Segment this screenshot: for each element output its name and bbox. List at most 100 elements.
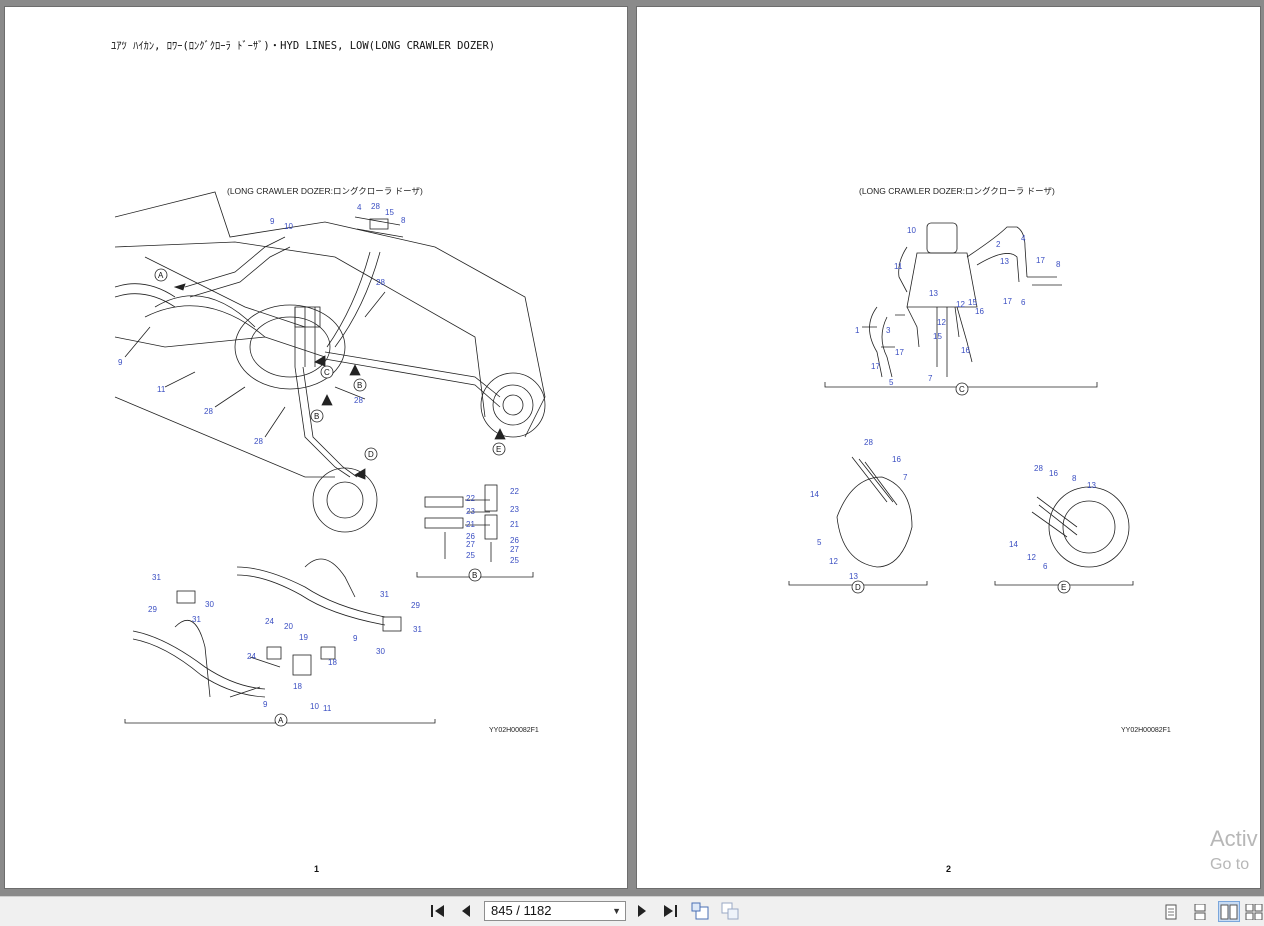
svg-text:10: 10 [907, 226, 916, 235]
svg-text:13: 13 [849, 572, 858, 581]
svg-text:17: 17 [895, 348, 904, 357]
svg-text:27: 27 [466, 540, 475, 549]
svg-text:15: 15 [968, 298, 977, 307]
svg-text:15: 15 [385, 208, 394, 217]
previous-page-icon[interactable] [456, 901, 476, 921]
svg-text:9: 9 [118, 358, 123, 367]
svg-text:D: D [855, 583, 861, 592]
pdf-page-1: ﾕｱﾂ ﾊｲｶﾝ, ﾛﾜｰ(ﾛﾝｸﾞｸﾛｰﾗ ﾄﾞｰｻﾞ)・HYD LINES,… [4, 6, 628, 889]
svg-text:19: 19 [299, 633, 308, 642]
svg-text:25: 25 [466, 551, 475, 560]
svg-text:9: 9 [270, 217, 275, 226]
svg-text:31: 31 [192, 615, 201, 624]
svg-text:28: 28 [354, 396, 363, 405]
svg-text:12: 12 [956, 300, 965, 309]
svg-text:16: 16 [1049, 469, 1058, 478]
svg-text:12: 12 [829, 557, 838, 566]
svg-text:4: 4 [1021, 234, 1026, 243]
page-number-value: 845 / 1182 [491, 903, 552, 918]
viewer-toolbar: 845 / 1182 ▼ [0, 896, 1264, 926]
svg-text:28: 28 [254, 437, 263, 446]
svg-text:11: 11 [323, 704, 332, 713]
svg-text:31: 31 [152, 573, 161, 582]
svg-text:7: 7 [928, 374, 933, 383]
svg-text:23: 23 [466, 507, 475, 516]
svg-text:28: 28 [376, 278, 385, 287]
svg-text:16: 16 [961, 346, 970, 355]
svg-text:18: 18 [328, 658, 337, 667]
svg-text:25: 25 [510, 556, 519, 565]
last-page-icon[interactable] [660, 901, 680, 921]
svg-text:17: 17 [871, 362, 880, 371]
svg-text:23: 23 [510, 505, 519, 514]
svg-text:4: 4 [357, 203, 362, 212]
svg-text:16: 16 [892, 455, 901, 464]
detail-views-diagram: 10 4 2 13 17 8 11 6 13 12 15 16 17 1 3 1… [788, 222, 1134, 594]
svg-text:8: 8 [401, 216, 406, 225]
svg-text:11: 11 [894, 262, 903, 271]
svg-text:9: 9 [263, 700, 268, 709]
svg-text:28: 28 [204, 407, 213, 416]
svg-text:14: 14 [810, 490, 819, 499]
svg-text:B: B [314, 412, 319, 421]
first-page-icon[interactable] [428, 901, 448, 921]
svg-text:1: 1 [855, 326, 860, 335]
next-page-icon[interactable] [632, 901, 652, 921]
page-number-field[interactable]: 845 / 1182 ▼ [484, 901, 626, 921]
svg-text:17: 17 [1036, 256, 1045, 265]
svg-text:B: B [472, 571, 477, 580]
svg-text:30: 30 [205, 600, 214, 609]
svg-text:C: C [324, 368, 330, 377]
svg-text:8: 8 [1056, 260, 1061, 269]
svg-text:6: 6 [1043, 562, 1048, 571]
svg-text:5: 5 [889, 378, 894, 387]
svg-text:13: 13 [1087, 481, 1096, 490]
svg-text:8: 8 [1072, 474, 1077, 483]
svg-text:6: 6 [1021, 298, 1026, 307]
svg-text:24: 24 [265, 617, 274, 626]
svg-text:7: 7 [903, 473, 908, 482]
svg-text:12: 12 [937, 318, 946, 327]
svg-text:30: 30 [376, 647, 385, 656]
chevron-down-icon[interactable]: ▼ [612, 902, 621, 920]
svg-text:29: 29 [411, 601, 420, 610]
svg-text:A: A [158, 271, 164, 280]
activation-watermark: Activ Go to [1210, 826, 1258, 874]
svg-text:A: A [278, 716, 284, 725]
svg-text:9: 9 [353, 634, 358, 643]
svg-text:13: 13 [1000, 257, 1009, 266]
svg-text:29: 29 [148, 605, 157, 614]
continuous-icon[interactable] [1189, 901, 1211, 922]
svg-text:12: 12 [1027, 553, 1036, 562]
svg-text:22: 22 [510, 487, 519, 496]
svg-text:31: 31 [413, 625, 422, 634]
svg-text:10: 10 [284, 222, 293, 231]
svg-text:C: C [959, 385, 965, 394]
svg-text:E: E [1061, 583, 1066, 592]
svg-text:21: 21 [466, 520, 475, 529]
hydraulic-lines-diagram: 4 28 15 8 9 10 28 9 11 28 28 28 22 23 21… [114, 191, 546, 727]
svg-text:11: 11 [157, 385, 166, 394]
two-page-continuous-icon[interactable] [1244, 901, 1264, 922]
extract-page-icon[interactable] [720, 901, 740, 921]
single-page-icon[interactable] [1160, 901, 1182, 922]
svg-text:D: D [368, 450, 374, 459]
svg-text:13: 13 [929, 289, 938, 298]
rotate-page-icon[interactable] [690, 901, 710, 921]
svg-text:31: 31 [380, 590, 389, 599]
svg-text:28: 28 [1034, 464, 1043, 473]
svg-text:16: 16 [975, 307, 984, 316]
svg-text:22: 22 [466, 494, 475, 503]
two-page-icon[interactable] [1218, 901, 1240, 922]
svg-text:24: 24 [247, 652, 256, 661]
pdf-page-2: (LONG CRAWLER DOZER:ロングクローラ ドーザ) YY02H00… [636, 6, 1261, 889]
svg-text:28: 28 [371, 202, 380, 211]
svg-text:2: 2 [996, 240, 1001, 249]
svg-text:18: 18 [293, 682, 302, 691]
svg-text:5: 5 [817, 538, 822, 547]
svg-text:10: 10 [310, 702, 319, 711]
svg-text:15: 15 [933, 332, 942, 341]
svg-text:27: 27 [510, 545, 519, 554]
watermark-line-2: Go to [1210, 856, 1250, 873]
svg-text:21: 21 [510, 520, 519, 529]
